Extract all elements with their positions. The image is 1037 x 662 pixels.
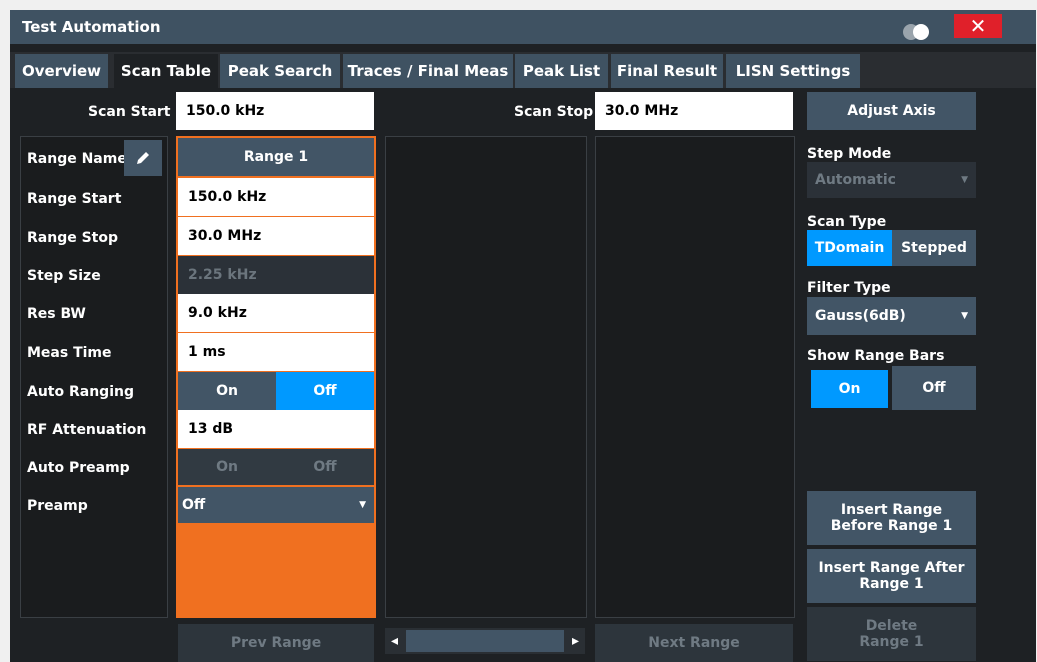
res-bw-field[interactable]: 9.0 kHz bbox=[178, 294, 374, 332]
meas-time-field[interactable]: 1 ms bbox=[178, 333, 374, 371]
title-bar: Test Automation ✕ bbox=[10, 10, 1036, 44]
range-1-name-button[interactable]: Range 1 bbox=[178, 138, 374, 176]
auto-ranging-off-toggle[interactable]: Off bbox=[276, 372, 374, 410]
scrollbar-thumb[interactable] bbox=[406, 630, 564, 652]
auto-preamp-label: Auto Preamp bbox=[27, 460, 130, 476]
tab-final-result[interactable]: Final Result bbox=[611, 54, 723, 88]
auto-preamp-on-toggle: On bbox=[178, 449, 276, 485]
tab-peak-search[interactable]: Peak Search bbox=[220, 54, 340, 88]
row-labels-panel bbox=[20, 136, 168, 618]
scan-start-field[interactable]: 150.0 kHz bbox=[176, 92, 374, 130]
filter-type-label: Filter Type bbox=[807, 280, 891, 296]
delete-range-label-line1: Delete bbox=[865, 618, 918, 634]
scan-stop-field[interactable]: 30.0 MHz bbox=[595, 92, 793, 130]
chevron-down-icon: ▼ bbox=[961, 175, 968, 185]
filter-type-dropdown[interactable]: Gauss(6dB) ▼ bbox=[807, 297, 976, 335]
delete-range-button: Delete Range 1 bbox=[807, 607, 976, 661]
scroll-left-icon[interactable]: ◂ bbox=[391, 633, 398, 649]
test-automation-window: Test Automation ✕ Overview Scan Table Pe… bbox=[10, 10, 1036, 662]
scan-type-tdomain-toggle[interactable]: TDomain bbox=[807, 230, 892, 266]
insert-range-before-button[interactable]: Insert Range Before Range 1 bbox=[807, 491, 976, 545]
toggle-icon[interactable] bbox=[903, 24, 933, 40]
tab-peak-list[interactable]: Peak List bbox=[515, 54, 608, 88]
step-size-field: 2.25 kHz bbox=[178, 256, 374, 294]
meas-time-label: Meas Time bbox=[27, 345, 112, 361]
window-title: Test Automation bbox=[22, 18, 161, 36]
preamp-label: Preamp bbox=[27, 498, 88, 514]
prev-range-button: Prev Range bbox=[178, 624, 374, 662]
insert-range-after-button[interactable]: Insert Range After Range 1 bbox=[807, 549, 976, 603]
rf-attenuation-field[interactable]: 13 dB bbox=[178, 410, 374, 448]
scan-type-stepped-toggle[interactable]: Stepped bbox=[892, 230, 976, 266]
scan-stop-label: Scan Stop bbox=[514, 104, 594, 120]
tab-lisn-settings[interactable]: LISN Settings bbox=[726, 54, 860, 88]
range-name-label: Range Name bbox=[27, 151, 127, 167]
close-button[interactable]: ✕ bbox=[954, 14, 1002, 38]
auto-ranging-on-toggle[interactable]: On bbox=[178, 372, 276, 410]
preamp-value: Off bbox=[182, 497, 206, 513]
scan-type-label: Scan Type bbox=[807, 214, 887, 230]
tab-traces-final-meas[interactable]: Traces / Final Meas bbox=[343, 54, 513, 88]
chevron-down-icon: ▼ bbox=[359, 500, 366, 510]
step-mode-value: Automatic bbox=[815, 172, 896, 188]
next-range-button: Next Range bbox=[595, 624, 793, 662]
scan-start-label: Scan Start bbox=[88, 104, 171, 120]
adjust-axis-button[interactable]: Adjust Axis bbox=[807, 92, 976, 130]
res-bw-label: Res BW bbox=[27, 306, 86, 322]
delete-range-label-line2: Range 1 bbox=[859, 634, 924, 650]
range-3-column bbox=[595, 136, 795, 618]
rf-attenuation-label: RF Attenuation bbox=[27, 422, 147, 438]
show-range-bars-off-toggle[interactable]: Off bbox=[892, 366, 976, 410]
show-range-bars-label: Show Range Bars bbox=[807, 348, 945, 364]
range-scrollbar[interactable]: ◂ ▸ bbox=[385, 628, 585, 654]
step-mode-dropdown: Automatic ▼ bbox=[807, 162, 976, 198]
chevron-down-icon: ▼ bbox=[961, 311, 968, 321]
pencil-icon[interactable] bbox=[124, 140, 162, 176]
range-stop-field[interactable]: 30.0 MHz bbox=[178, 217, 374, 255]
tab-overview[interactable]: Overview bbox=[15, 54, 108, 88]
step-mode-label: Step Mode bbox=[807, 146, 892, 162]
tab-scan-table[interactable]: Scan Table bbox=[114, 54, 218, 88]
range-start-label: Range Start bbox=[27, 191, 122, 207]
show-range-bars-on-toggle[interactable]: On bbox=[811, 370, 888, 408]
range-start-field[interactable]: 150.0 kHz bbox=[178, 178, 374, 216]
filter-type-value: Gauss(6dB) bbox=[815, 308, 906, 324]
auto-ranging-label: Auto Ranging bbox=[27, 384, 134, 400]
range-stop-label: Range Stop bbox=[27, 230, 118, 246]
preamp-dropdown[interactable]: Off ▼ bbox=[178, 487, 374, 523]
step-size-label: Step Size bbox=[27, 268, 101, 284]
range-2-column bbox=[385, 136, 587, 618]
auto-preamp-off-toggle: Off bbox=[276, 449, 374, 485]
scroll-right-icon[interactable]: ▸ bbox=[572, 633, 579, 649]
